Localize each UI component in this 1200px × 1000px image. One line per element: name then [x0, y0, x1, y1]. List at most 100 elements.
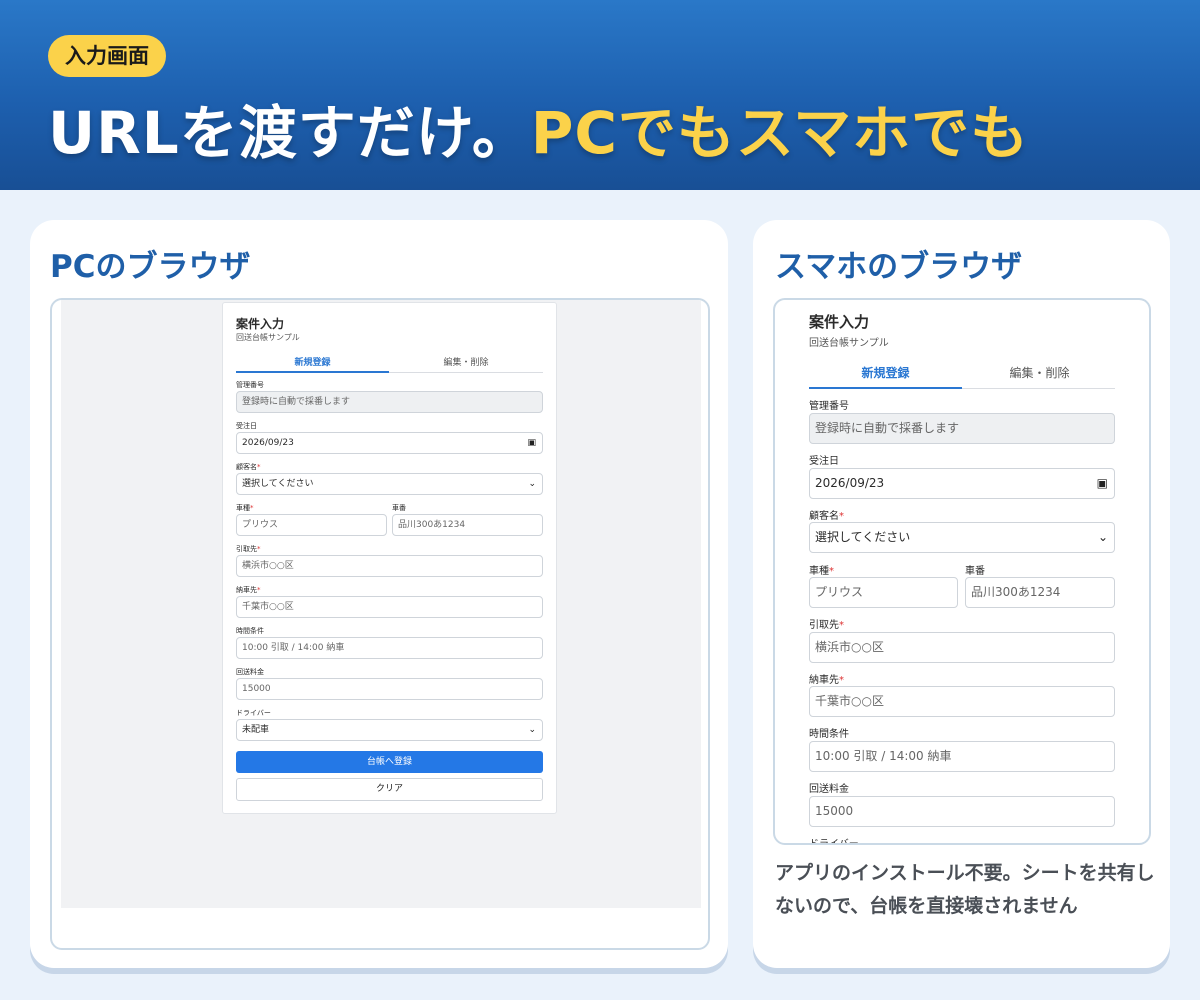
label-fee: 回送料金	[809, 784, 849, 795]
car-no-input[interactable]: 品川300あ1234	[965, 577, 1115, 608]
label-car-type-text: 車種	[809, 566, 829, 577]
delivery-input[interactable]: 千葉市○○区	[809, 686, 1115, 717]
label-time: 時間条件	[236, 627, 264, 635]
chevron-down-icon: ⌄	[528, 479, 536, 489]
tab-edit[interactable]: 編集・削除	[962, 364, 1117, 381]
label-pickup-text: 引取先	[236, 545, 257, 553]
tab-active-indicator	[809, 387, 962, 389]
mgmt-no-field: 登録時に自動で採番します	[236, 391, 543, 413]
calendar-icon[interactable]: ▣	[1097, 469, 1108, 498]
tab-edit[interactable]: 編集・削除	[389, 355, 543, 368]
pc-browser-frame: 案件入力 回送台帳サンプル 新規登録 編集・削除 管理番号 登録時に自動で採番し…	[50, 298, 710, 950]
fee-input[interactable]: 15000	[809, 796, 1115, 827]
label-delivery: 納車先*	[236, 585, 261, 595]
required-mark: *	[257, 463, 261, 471]
form-title: 案件入力	[236, 317, 285, 331]
pc-browser-viewport: 案件入力 回送台帳サンプル 新規登録 編集・削除 管理番号 登録時に自動で採番し…	[61, 300, 701, 908]
pickup-input[interactable]: 横浜市○○区	[809, 632, 1115, 663]
time-input[interactable]: 10:00 引取 / 14:00 納車	[236, 637, 543, 659]
label-delivery-text: 納車先	[809, 675, 839, 686]
fee-placeholder: 15000	[242, 684, 271, 694]
headline-main: URLを渡すだけ。	[48, 99, 531, 167]
label-car-type: 車種*	[809, 562, 834, 577]
mgmt-no-value: 登録時に自動で採番します	[242, 397, 351, 407]
label-pickup: 引取先*	[236, 544, 261, 554]
pc-entry-form: 案件入力 回送台帳サンプル 新規登録 編集・削除 管理番号 登録時に自動で採番し…	[222, 302, 557, 814]
required-mark: *	[829, 566, 834, 577]
order-date-value: 2026/09/23	[815, 476, 885, 490]
chevron-down-icon: ⌄	[528, 725, 536, 735]
customer-select[interactable]: 選択してください ⌄	[236, 473, 543, 495]
pickup-placeholder: 横浜市○○区	[815, 640, 884, 654]
label-car-type: 車種*	[236, 503, 254, 513]
required-mark: *	[839, 675, 844, 686]
fee-input[interactable]: 15000	[236, 678, 543, 700]
mgmt-no-field: 登録時に自動で採番します	[809, 413, 1115, 444]
label-car-no: 車番	[965, 566, 985, 577]
label-customer-text: 顧客名	[236, 463, 257, 471]
label-mgmt-no: 管理番号	[809, 401, 849, 412]
required-mark: *	[257, 545, 261, 553]
label-car-type-text: 車種	[236, 504, 250, 512]
time-input[interactable]: 10:00 引取 / 14:00 納車	[809, 741, 1115, 772]
submit-button[interactable]: 台帳へ登録	[236, 751, 543, 773]
mgmt-no-value: 登録時に自動で採番します	[815, 421, 960, 435]
customer-value: 選択してください	[242, 479, 314, 489]
required-mark: *	[839, 620, 844, 631]
smartphone-card-title: スマホのブラウザ	[775, 249, 1023, 285]
time-placeholder: 10:00 引取 / 14:00 納車	[815, 749, 952, 763]
label-customer: 顧客名*	[809, 507, 844, 522]
car-no-placeholder: 品川300あ1234	[971, 585, 1061, 599]
header-banner: 入力画面 URLを渡すだけ。PCでもスマホでも	[0, 0, 1200, 190]
label-customer-text: 顧客名	[809, 511, 839, 522]
driver-select[interactable]: 未配車 ⌄	[236, 719, 543, 741]
car-no-placeholder: 品川300あ1234	[398, 520, 466, 530]
required-mark: *	[839, 511, 844, 522]
section-badge: 入力画面	[48, 35, 166, 77]
tab-active-indicator	[236, 371, 389, 373]
smartphone-caption: アプリのインストール不要。シートを共有しないので、台帳を直接壊されません	[775, 862, 1155, 917]
form-title: 案件入力	[809, 313, 870, 331]
car-type-placeholder: プリウス	[815, 585, 864, 599]
clear-button[interactable]: クリア	[236, 778, 543, 801]
label-time: 時間条件	[809, 729, 849, 740]
driver-value: 未配車	[242, 725, 270, 735]
order-date-input[interactable]: 2026/09/23 ▣	[236, 432, 543, 454]
pickup-input[interactable]: 横浜市○○区	[236, 555, 543, 577]
form-subtitle: 回送台帳サンプル	[809, 338, 889, 349]
required-mark: *	[250, 504, 254, 512]
form-subtitle: 回送台帳サンプル	[236, 333, 300, 342]
headline-highlight: PCでもスマホでも	[530, 99, 1030, 167]
tab-new[interactable]: 新規登録	[236, 355, 389, 368]
label-car-no: 車番	[392, 504, 406, 512]
fee-placeholder: 15000	[815, 804, 854, 818]
order-date-input[interactable]: 2026/09/23 ▣	[809, 468, 1115, 499]
required-mark: *	[257, 586, 261, 594]
label-driver: ドライバー	[236, 709, 271, 717]
order-date-value: 2026/09/23	[242, 438, 294, 448]
calendar-icon[interactable]: ▣	[527, 433, 536, 453]
pc-card-title: PCのブラウザ	[50, 249, 251, 285]
customer-select[interactable]: 選択してください ⌄	[809, 522, 1115, 553]
smartphone-card: スマホのブラウザ 案件入力 回送台帳サンプル 新規登録 編集・削除 管理番号 登…	[753, 220, 1170, 968]
label-fee: 回送料金	[236, 668, 264, 676]
delivery-input[interactable]: 千葉市○○区	[236, 596, 543, 618]
car-type-placeholder: プリウス	[242, 520, 279, 530]
label-mgmt-no: 管理番号	[236, 381, 264, 389]
car-type-input[interactable]: プリウス	[809, 577, 958, 608]
pickup-placeholder: 横浜市○○区	[242, 561, 294, 571]
delivery-placeholder: 千葉市○○区	[242, 602, 294, 612]
label-delivery-text: 納車先	[236, 586, 257, 594]
label-order-date: 受注日	[236, 422, 257, 430]
label-order-date: 受注日	[809, 456, 839, 467]
tab-new[interactable]: 新規登録	[809, 364, 962, 381]
label-pickup: 引取先*	[809, 616, 844, 631]
chevron-down-icon: ⌄	[1097, 530, 1108, 544]
label-driver: ドライバー	[809, 839, 859, 845]
car-type-input[interactable]: プリウス	[236, 514, 387, 536]
label-delivery: 納車先*	[809, 671, 844, 686]
car-no-input[interactable]: 品川300あ1234	[392, 514, 543, 536]
label-customer: 顧客名*	[236, 462, 261, 472]
smartphone-entry-form: 案件入力 回送台帳サンプル 新規登録 編集・削除 管理番号 登録時に自動で採番し…	[809, 300, 1117, 845]
customer-value: 選択してください	[815, 530, 911, 544]
